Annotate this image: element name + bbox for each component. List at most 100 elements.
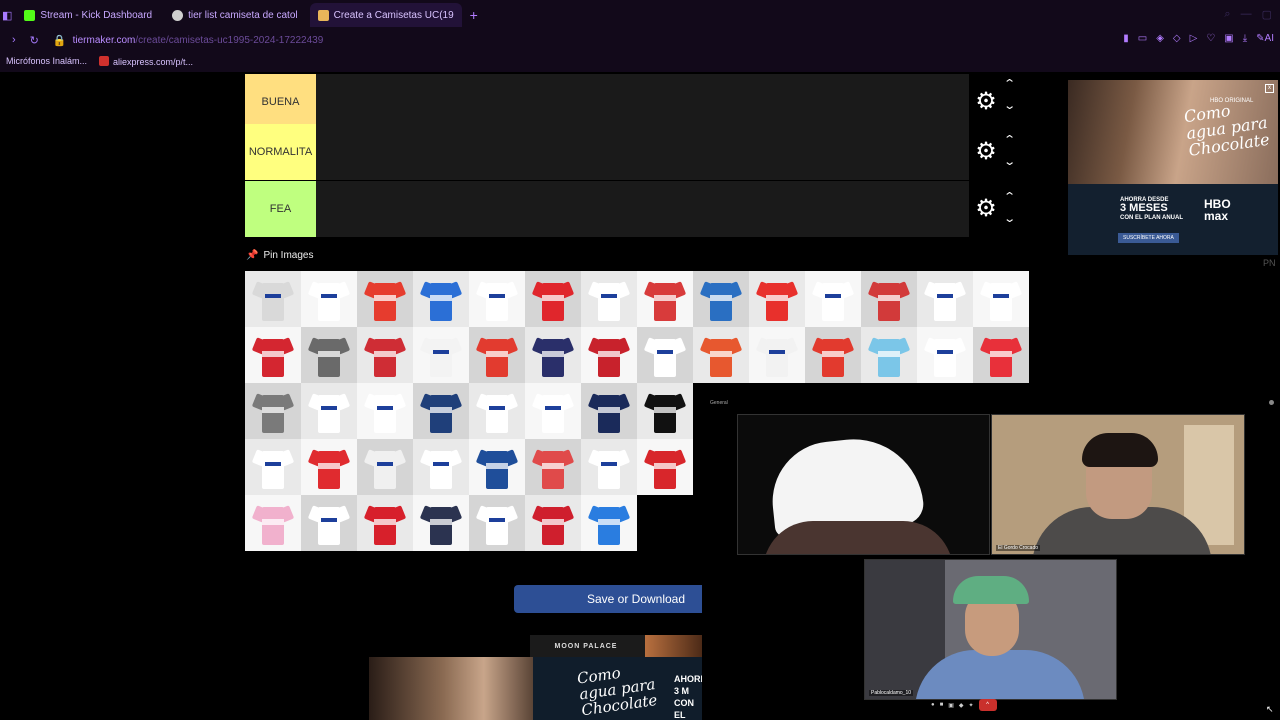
participant-video[interactable]: El Gordo Crocado [991, 414, 1245, 555]
call-menu-icon[interactable] [1269, 400, 1274, 405]
ai-icon[interactable]: ✎AI [1256, 33, 1274, 44]
jersey-tile[interactable] [581, 327, 637, 383]
jersey-tile[interactable] [861, 327, 917, 383]
jersey-tile[interactable] [973, 327, 1029, 383]
bookmark-microfonos[interactable]: Micrófonos Inalám... [6, 56, 87, 66]
tier-label[interactable]: FEA [245, 181, 316, 237]
screen-share-icon[interactable]: ▣ [948, 702, 954, 709]
jersey-tile[interactable] [469, 439, 525, 495]
reader-icon[interactable]: ▭ [1138, 33, 1147, 44]
jersey-tile[interactable] [413, 383, 469, 439]
jersey-tile[interactable] [357, 439, 413, 495]
jersey-tile[interactable] [301, 271, 357, 327]
tier-label[interactable]: BUENA [245, 74, 316, 130]
tier-row-buena[interactable]: BUENA ⚙ ⌃ ⌃ [245, 74, 1027, 130]
jersey-tile[interactable] [637, 327, 693, 383]
jersey-tile[interactable] [525, 271, 581, 327]
jersey-tile[interactable] [301, 383, 357, 439]
reload-icon[interactable]: ↻ [30, 34, 39, 47]
gear-icon[interactable]: ⚙ [973, 139, 999, 165]
jersey-tile[interactable] [301, 439, 357, 495]
send-icon[interactable]: ▷ [1190, 33, 1198, 44]
jersey-tile[interactable] [301, 495, 357, 551]
jersey-tile[interactable] [917, 271, 973, 327]
jersey-tile[interactable] [357, 495, 413, 551]
tier-row-fea[interactable]: FEA ⚙ ⌃ ⌃ [245, 181, 1027, 237]
jersey-tile[interactable] [357, 271, 413, 327]
jersey-tile[interactable] [693, 327, 749, 383]
heart-icon[interactable]: ♡ [1206, 33, 1215, 44]
activity-icon[interactable]: ◆ [959, 702, 964, 709]
jersey-tile[interactable] [413, 327, 469, 383]
chevron-down-icon[interactable]: ⌃ [1003, 154, 1016, 167]
jersey-tile[interactable] [469, 327, 525, 383]
save-or-download-button[interactable]: Save or Download [514, 585, 702, 613]
tier-row-normalita[interactable]: NORMALITA ⚙ ⌃ ⌃ [245, 124, 1027, 180]
jersey-tile[interactable] [245, 271, 301, 327]
close-icon[interactable]: x [1265, 84, 1274, 93]
chevron-down-icon[interactable]: ⌃ [1003, 211, 1016, 224]
jersey-tile[interactable] [245, 495, 301, 551]
translate-icon[interactable]: ◇ [1173, 33, 1181, 44]
ad-cta-button[interactable]: SUSCRÍBETE AHORA [1118, 233, 1179, 243]
jersey-tile[interactable] [805, 327, 861, 383]
tab-kick-dashboard[interactable]: Stream - Kick Dashboard [16, 3, 160, 27]
jersey-tile[interactable] [917, 327, 973, 383]
pin-images-toggle[interactable]: 📌 Pin Images [246, 250, 313, 261]
jersey-tile[interactable] [301, 327, 357, 383]
jersey-tile[interactable] [469, 271, 525, 327]
participant-video[interactable]: Pablocaldamo_10 [864, 559, 1117, 700]
chevron-up-icon[interactable]: ⌃ [1003, 190, 1016, 203]
jersey-tile[interactable] [525, 439, 581, 495]
chevron-up-icon[interactable]: ⌃ [1003, 77, 1016, 90]
jersey-tile[interactable] [413, 439, 469, 495]
jersey-tile[interactable] [581, 495, 637, 551]
hang-up-button[interactable]: ^ [978, 699, 997, 711]
jersey-tile[interactable] [525, 383, 581, 439]
jersey-tile[interactable] [749, 271, 805, 327]
tab-create-camisetas[interactable]: Create a Camisetas UC(19 [309, 3, 462, 27]
camera-icon[interactable]: ■ [940, 702, 944, 708]
jersey-tile[interactable] [805, 271, 861, 327]
url-input[interactable]: tiermaker.com/create/camisetas-uc1995-20… [73, 35, 324, 46]
tier-label[interactable]: NORMALITA [245, 124, 316, 180]
jersey-tile[interactable] [581, 439, 637, 495]
bookmark-icon[interactable]: ▮ [1123, 33, 1129, 44]
chevron-down-icon[interactable]: ⌃ [1003, 98, 1016, 111]
jersey-tile[interactable] [749, 327, 805, 383]
jersey-tile[interactable] [973, 271, 1029, 327]
bottom-advertisement[interactable]: Como agua para Chocolate AHORR 3 M CON E… [369, 657, 702, 720]
side-advertisement[interactable]: HBO ORIGINAL Como agua para Chocolate AH… [1068, 80, 1278, 255]
jersey-tile[interactable] [861, 271, 917, 327]
shield-icon[interactable]: ◈ [1156, 33, 1164, 44]
tab-search-icon[interactable]: ◧ [2, 9, 12, 22]
jersey-tile[interactable] [637, 383, 693, 439]
jersey-tile[interactable] [245, 383, 301, 439]
jersey-tile[interactable] [581, 271, 637, 327]
jersey-tile[interactable] [693, 271, 749, 327]
chevron-up-icon[interactable]: ⌃ [1003, 133, 1016, 146]
jersey-tile[interactable] [525, 495, 581, 551]
jersey-tile[interactable] [637, 439, 693, 495]
jersey-tile[interactable] [637, 271, 693, 327]
jersey-tile[interactable] [581, 383, 637, 439]
download-icon[interactable]: ⤓ [1243, 33, 1247, 44]
jersey-tile[interactable] [525, 327, 581, 383]
search-tabs-icon[interactable]: ⌕ [1224, 8, 1230, 21]
tab-tier-list-search[interactable]: tier list camiseta de catol [164, 3, 306, 27]
jersey-tile[interactable] [245, 327, 301, 383]
gear-icon[interactable]: ⚙ [973, 196, 999, 222]
jersey-tile[interactable] [469, 383, 525, 439]
participant-video[interactable] [737, 414, 990, 555]
maximize-icon[interactable]: ▢ [1262, 8, 1272, 21]
jersey-tile[interactable] [413, 271, 469, 327]
bookmark-aliexpress[interactable]: aliexpress.com/p/t... [99, 55, 193, 67]
minimize-icon[interactable]: — [1241, 8, 1252, 21]
settings-icon[interactable]: ✦ [969, 702, 974, 709]
jersey-tile[interactable] [413, 495, 469, 551]
gear-icon[interactable]: ⚙ [973, 89, 999, 115]
jersey-tile[interactable] [469, 495, 525, 551]
jersey-tile[interactable] [245, 439, 301, 495]
jersey-tile[interactable] [357, 383, 413, 439]
wallet-icon[interactable]: ▣ [1224, 33, 1233, 44]
